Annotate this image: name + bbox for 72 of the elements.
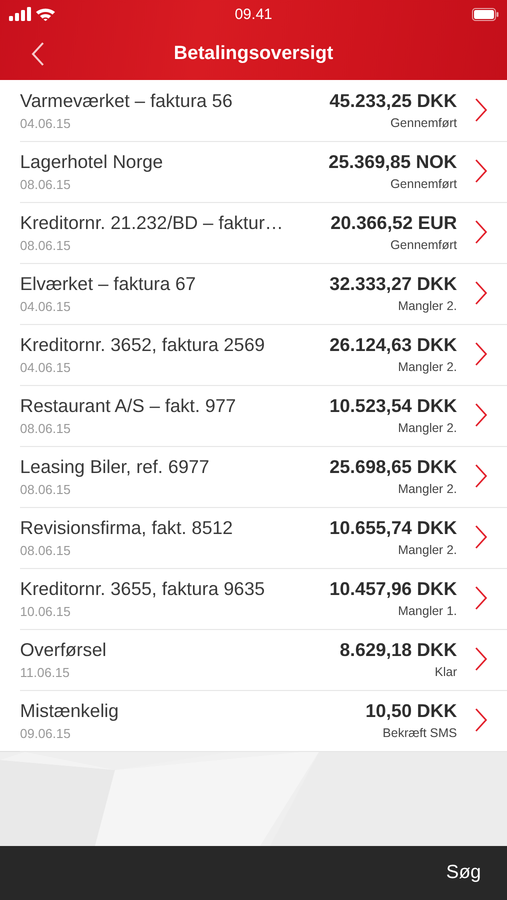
- payment-date: 08.06.15: [20, 542, 71, 558]
- payment-amount: 10.457,96 DKK: [329, 578, 457, 600]
- payment-amount: 32.333,27 DKK: [329, 273, 457, 295]
- battery-icon: [472, 8, 499, 20]
- payment-date: 08.06.15: [20, 482, 71, 496]
- payment-date: 08.06.15: [20, 238, 71, 252]
- payment-status: Gennemført: [390, 116, 457, 130]
- payment-row[interactable]: Kreditornr. 3655, faktura 9635 10.06.15 10.457,96 DKK Mangler 1.: [0, 568, 507, 629]
- payment-date: 04.06.15: [20, 298, 71, 314]
- chevron-icon: [475, 464, 487, 488]
- payee-name: Mistænkelig: [20, 700, 119, 722]
- payment-row[interactable]: Overførsel 11.06.15 8.629,18 DKK Klar: [0, 629, 507, 690]
- payment-amount: 25.698,65 DKK: [329, 456, 457, 478]
- payment-status: Bekræft SMS: [382, 726, 457, 740]
- payment-date: 10.06.15: [20, 604, 71, 618]
- payee-name: Kreditornr. 3652, faktura 2569: [20, 334, 265, 356]
- payee-name: Kreditornr. 3655, faktura 9635: [20, 578, 265, 600]
- payee-name: Varmeværket – faktura 56: [20, 90, 232, 112]
- chevron-icon: [475, 281, 487, 305]
- payee-name: Restaurant A/S – fakt. 977: [20, 394, 236, 416]
- payment-status: Mangler 2.: [398, 421, 457, 435]
- chevron-icon: [475, 586, 487, 610]
- payment-row[interactable]: Restaurant A/S – fakt. 977 08.06.15 10.523,54 DKK Mangler 2.: [0, 385, 507, 446]
- payment-row[interactable]: Mistænkelig 09.06.15 10,50 DKK Bekræft SMS: [0, 690, 507, 751]
- payment-date: 04.06.15: [20, 116, 71, 130]
- chevron-icon: [475, 220, 487, 244]
- chevron-icon: [475, 342, 487, 366]
- payment-status: Mangler 2.: [398, 482, 457, 496]
- back-button[interactable]: [30, 41, 46, 67]
- payment-status: Mangler 2.: [398, 299, 457, 313]
- payment-amount: 26.124,63 DKK: [329, 334, 457, 356]
- payment-row[interactable]: Varmeværket – faktura 56 04.06.15 45.233,25 DKK Gennemført: [0, 80, 507, 141]
- payment-row[interactable]: Kreditornr. 3652, faktura 2569 04.06.15 26.124,63 DKK Mangler 2.: [0, 324, 507, 385]
- payment-row[interactable]: Revisionsfirma, fakt. 8512 08.06.15 10.655,74 DKK Mangler 2.: [0, 507, 507, 568]
- payment-status: Gennemført: [390, 177, 457, 191]
- payee-name: Leasing Biler, ref. 6977: [20, 456, 210, 478]
- search-button[interactable]: Søg: [444, 858, 483, 888]
- payment-date: 09.06.15: [20, 726, 71, 740]
- payment-date: 08.06.15: [20, 176, 71, 192]
- payment-status: Mangler 1.: [398, 604, 457, 618]
- chevron-icon: [475, 98, 487, 122]
- payment-status: Mangler 2.: [398, 360, 457, 374]
- payment-amount: 10.655,74 DKK: [329, 517, 457, 539]
- payee-name: Lagerhotel Norge: [20, 150, 163, 172]
- payment-amount: 10.523,54 DKK: [329, 395, 457, 417]
- screen-title: Betalingsoversigt: [174, 43, 334, 65]
- payment-amount: 10,50 DKK: [365, 700, 457, 722]
- payment-date: 11.06.15: [20, 664, 70, 680]
- payment-status: Klar: [434, 665, 457, 679]
- payment-amount: 20.366,52 EUR: [330, 212, 457, 234]
- chevron-icon: [475, 159, 487, 183]
- chevron-icon: [475, 647, 487, 671]
- payment-amount: 8.629,18 DKK: [340, 639, 457, 661]
- payment-row[interactable]: Kreditornr. 21.232/BD – faktur… 08.06.15 20.366,52 EUR Gennemført: [0, 202, 507, 263]
- payment-amount: 45.233,25 DKK: [329, 90, 457, 112]
- payment-row[interactable]: Leasing Biler, ref. 6977 08.06.15 25.698,65 DKK Mangler 2.: [0, 446, 507, 507]
- payment-row[interactable]: Elværket – faktura 67 04.06.15 32.333,27 DKK Mangler 2.: [0, 263, 507, 324]
- signal-icon: [9, 7, 57, 21]
- payment-status: Mangler 2.: [398, 543, 457, 557]
- payment-status: Gennemført: [390, 238, 457, 252]
- payee-name: Kreditornr. 21.232/BD – faktur…: [20, 212, 284, 234]
- status-time: 09.41: [234, 6, 272, 22]
- payment-amount: 25.369,85 NOK: [328, 151, 457, 173]
- payment-date: 04.06.15: [20, 360, 71, 374]
- payment-row[interactable]: Lagerhotel Norge 08.06.15 25.369,85 NOK Gennemført: [0, 141, 507, 202]
- payee-name: Revisionsfirma, fakt. 8512: [20, 516, 233, 538]
- chevron-icon: [475, 708, 487, 732]
- payee-name: Elværket – faktura 67: [20, 272, 196, 294]
- chevron-icon: [475, 403, 487, 427]
- payment-date: 08.06.15: [20, 420, 71, 436]
- payee-name: Overførsel: [20, 638, 106, 660]
- chevron-icon: [475, 525, 487, 549]
